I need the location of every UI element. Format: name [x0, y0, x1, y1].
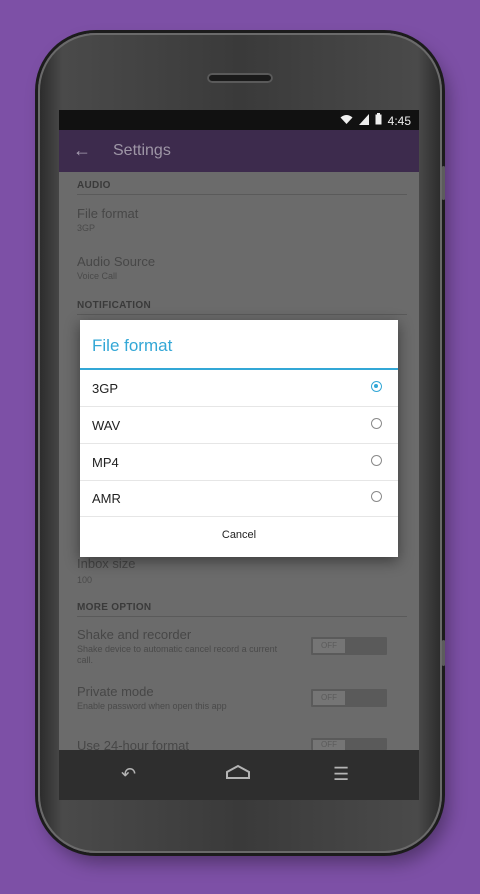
power-button — [442, 640, 445, 666]
pref-private-mode-title[interactable]: Private mode — [77, 684, 154, 699]
pref-audio-source-title[interactable]: Audio Source — [77, 254, 155, 269]
arrow-left-icon[interactable]: ← — [73, 140, 91, 161]
section-divider — [77, 194, 407, 195]
option-3gp[interactable]: 3GP — [80, 370, 398, 407]
pref-audio-source-summary: Voice Call — [77, 271, 118, 281]
home-nav-icon[interactable] — [225, 764, 251, 785]
section-divider — [77, 314, 407, 315]
option-wav[interactable]: WAV — [80, 407, 398, 444]
menu-nav-icon[interactable]: ☰ — [333, 764, 349, 785]
page-title: Settings — [113, 142, 171, 159]
pref-file-format-summary: 3GP — [77, 223, 96, 233]
option-amr[interactable]: AMR — [80, 480, 398, 517]
file-format-dialog: File format 3GP WAV MP4 AMR Cancel — [80, 320, 398, 557]
pref-shake-title[interactable]: Shake and recorder — [77, 627, 191, 642]
pref-file-format-title[interactable]: File format — [77, 206, 138, 221]
dialog-title: File format — [92, 336, 173, 355]
pref-private-mode-summary: Enable password when open this app — [77, 701, 227, 711]
status-time: 4:45 — [387, 113, 411, 128]
section-header-audio: AUDIO — [77, 180, 111, 191]
private-mode-toggle[interactable]: OFF — [311, 689, 387, 707]
wifi-icon — [340, 114, 353, 128]
option-mp4[interactable]: MP4 — [80, 444, 398, 481]
signal-icon — [358, 113, 369, 128]
battery-icon — [375, 113, 382, 128]
shake-toggle[interactable]: OFF — [311, 637, 387, 655]
section-header-more-option: MORE OPTION — [77, 602, 152, 613]
volume-button — [442, 166, 445, 200]
back-nav-icon[interactable]: ↶ — [121, 764, 136, 785]
pref-inbox-size-summary: 100 — [77, 575, 93, 585]
option-label: 3GP — [92, 381, 119, 396]
cancel-button[interactable]: Cancel — [80, 516, 398, 554]
app-bar: ← Settings — [59, 130, 419, 172]
nav-bar: ↶ ☰ — [59, 750, 419, 800]
option-label: AMR — [92, 491, 121, 506]
radio-unchecked-icon[interactable] — [371, 418, 382, 429]
radio-unchecked-icon[interactable] — [371, 491, 382, 502]
pref-inbox-size-title[interactable]: Inbox size — [77, 556, 136, 571]
section-divider — [77, 616, 407, 617]
radio-unchecked-icon[interactable] — [371, 455, 382, 466]
radio-checked-icon[interactable] — [371, 381, 382, 392]
option-label: WAV — [92, 418, 121, 433]
status-bar: 4:45 — [59, 110, 419, 130]
pref-shake-summary: Shake device to automatic cancel record … — [77, 644, 278, 665]
option-label: MP4 — [92, 455, 119, 470]
section-header-notification: NOTIFICATION — [77, 300, 151, 311]
earpiece-speaker — [207, 73, 273, 83]
24-hour-toggle[interactable]: OFF — [311, 738, 387, 750]
